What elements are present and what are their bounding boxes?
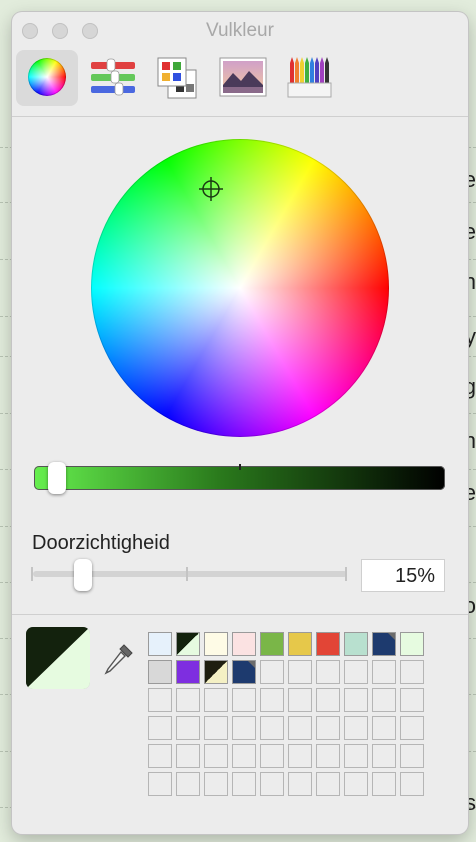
empty-swatch[interactable] — [148, 744, 172, 768]
empty-swatch[interactable] — [316, 660, 340, 684]
empty-swatch[interactable] — [260, 660, 284, 684]
empty-swatch[interactable] — [232, 716, 256, 740]
empty-swatch[interactable] — [260, 744, 284, 768]
empty-swatch[interactable] — [288, 660, 312, 684]
color-wheel[interactable] — [91, 139, 389, 437]
divider — [12, 116, 468, 117]
opacity-slider-thumb[interactable] — [74, 559, 92, 591]
image-palette-icon — [219, 57, 267, 97]
empty-swatch[interactable] — [344, 772, 368, 796]
empty-swatch[interactable] — [372, 660, 396, 684]
empty-swatch[interactable] — [176, 716, 200, 740]
color-swatch[interactable] — [288, 632, 312, 656]
empty-swatch[interactable] — [204, 744, 228, 768]
tab-image-palettes[interactable] — [212, 50, 274, 106]
color-swatch[interactable] — [372, 632, 396, 656]
empty-swatch[interactable] — [260, 688, 284, 712]
empty-swatch[interactable] — [232, 772, 256, 796]
color-swatch[interactable] — [232, 632, 256, 656]
divider — [12, 614, 468, 615]
color-swatch[interactable] — [176, 632, 200, 656]
empty-swatch[interactable] — [400, 772, 424, 796]
title-bar[interactable]: Vulkleur — [12, 12, 468, 50]
swatch-grid — [148, 632, 428, 800]
empty-swatch[interactable] — [204, 716, 228, 740]
color-swatch[interactable] — [316, 632, 340, 656]
empty-swatch[interactable] — [232, 744, 256, 768]
color-wheel-icon — [28, 58, 66, 96]
color-swatch[interactable] — [148, 660, 172, 684]
tab-color-wheel[interactable] — [16, 50, 78, 106]
current-color-fill — [26, 627, 90, 689]
slider-tick — [345, 567, 347, 581]
color-swatch[interactable] — [344, 632, 368, 656]
empty-swatch[interactable] — [344, 688, 368, 712]
color-swatch[interactable] — [232, 660, 256, 684]
empty-swatch[interactable] — [176, 688, 200, 712]
empty-swatch[interactable] — [232, 688, 256, 712]
empty-swatch[interactable] — [148, 688, 172, 712]
color-swatch[interactable] — [204, 632, 228, 656]
palettes-icon — [157, 57, 197, 99]
crosshair-icon[interactable] — [199, 177, 223, 201]
empty-swatch[interactable] — [204, 772, 228, 796]
tab-color-sliders[interactable] — [82, 50, 144, 106]
empty-swatch[interactable] — [372, 744, 396, 768]
empty-swatch[interactable] — [288, 744, 312, 768]
tab-color-palettes[interactable] — [148, 50, 210, 106]
swatch-marker — [388, 633, 395, 640]
empty-swatch[interactable] — [204, 688, 228, 712]
empty-swatch[interactable] — [316, 688, 340, 712]
empty-swatch[interactable] — [344, 716, 368, 740]
current-color-swatch[interactable] — [26, 627, 90, 689]
color-swatch[interactable] — [400, 632, 424, 656]
empty-swatch[interactable] — [316, 744, 340, 768]
empty-swatch[interactable] — [400, 660, 424, 684]
empty-swatch[interactable] — [288, 716, 312, 740]
empty-swatch[interactable] — [400, 688, 424, 712]
brightness-slider-thumb[interactable] — [48, 462, 66, 494]
color-swatch[interactable] — [148, 632, 172, 656]
empty-swatch[interactable] — [260, 716, 284, 740]
tab-pencils[interactable] — [278, 50, 340, 106]
empty-swatch[interactable] — [176, 744, 200, 768]
empty-swatch[interactable] — [316, 716, 340, 740]
empty-swatch[interactable] — [148, 772, 172, 796]
color-swatch[interactable] — [260, 632, 284, 656]
slider-tick — [31, 567, 33, 581]
picker-mode-toolbar — [12, 50, 468, 118]
slider-tick — [239, 464, 241, 470]
empty-swatch[interactable] — [400, 716, 424, 740]
eyedropper-icon[interactable] — [102, 643, 134, 677]
empty-swatch[interactable] — [400, 744, 424, 768]
opacity-label: Doorzichtigheid — [32, 532, 170, 554]
color-picker-window: Vulkleur Doorzichtigheid 15% — [12, 12, 468, 834]
empty-swatch[interactable] — [288, 688, 312, 712]
empty-swatch[interactable] — [260, 772, 284, 796]
empty-swatch[interactable] — [316, 772, 340, 796]
empty-swatch[interactable] — [148, 716, 172, 740]
empty-swatch[interactable] — [344, 660, 368, 684]
color-swatch[interactable] — [204, 660, 228, 684]
color-swatch[interactable] — [176, 660, 200, 684]
slider-tick — [186, 567, 188, 581]
pencils-icon — [287, 57, 332, 98]
empty-swatch[interactable] — [288, 772, 312, 796]
empty-swatch[interactable] — [176, 772, 200, 796]
opacity-value-field[interactable]: 15% — [361, 559, 445, 592]
sliders-icon — [91, 58, 135, 96]
empty-swatch[interactable] — [372, 716, 396, 740]
window-title: Vulkleur — [206, 20, 274, 41]
empty-swatch[interactable] — [372, 772, 396, 796]
swatch-marker — [248, 661, 255, 668]
empty-swatch[interactable] — [344, 744, 368, 768]
empty-swatch[interactable] — [372, 688, 396, 712]
